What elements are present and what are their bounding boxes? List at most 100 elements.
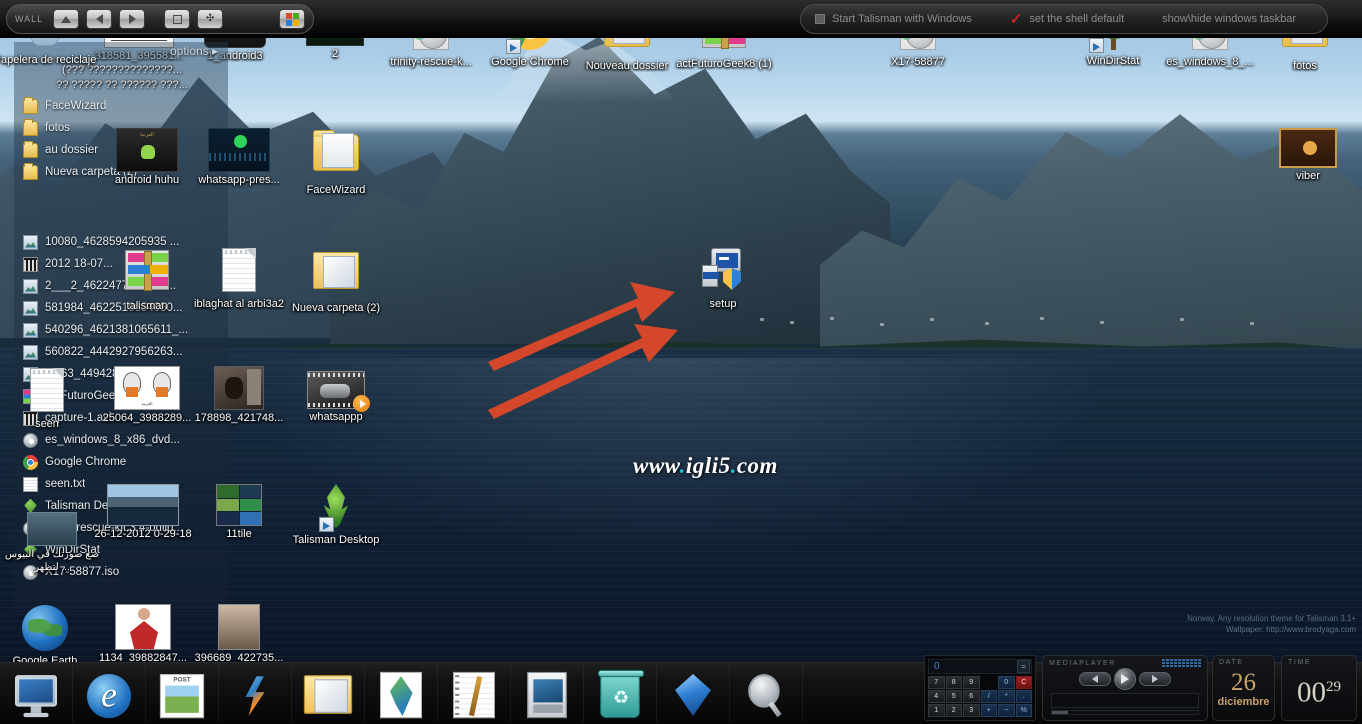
- previous-track-button[interactable]: [1079, 672, 1111, 686]
- dock-recycle-bin[interactable]: ♻: [584, 665, 657, 723]
- desktop-icon-arabic-text[interactable]: ضع صورتك في البيوس لتظهر ...: [0, 504, 112, 574]
- mediaplayer-track-display: [1051, 693, 1199, 708]
- calc-key-1[interactable]: 1: [928, 704, 945, 717]
- video-thumb-icon: [307, 371, 370, 412]
- desktop-icon-setup[interactable]: setup: [668, 246, 778, 311]
- dock-explorer[interactable]: [292, 665, 365, 723]
- desktop-icon-label: 11tile: [226, 528, 252, 540]
- calculator-value: 0: [934, 661, 940, 672]
- options-label[interactable]: options ▸: [170, 44, 218, 58]
- watermark-part3: com: [736, 453, 778, 478]
- dock-media[interactable]: [511, 665, 584, 723]
- desktop-icon-label: Talisman Desktop: [292, 534, 380, 546]
- desktop-icon-google-earth[interactable]: Google Earth: [0, 604, 100, 668]
- play-button[interactable]: [1114, 668, 1136, 690]
- image-icon: [23, 300, 38, 316]
- wallpaper-fit-button[interactable]: [164, 9, 191, 29]
- calc-key-9[interactable]: 9: [963, 676, 980, 689]
- desktop-icon-facewizard[interactable]: FaceWizard: [281, 128, 391, 197]
- diamond-icon: [672, 672, 714, 718]
- checkbox-icon[interactable]: [815, 14, 825, 24]
- whatsapp-thumb-icon: [208, 128, 270, 172]
- desktop-icon-label: 2: [331, 48, 339, 60]
- folder-icon: [312, 130, 360, 182]
- dock-my-computer[interactable]: [0, 665, 73, 723]
- next-icon: [1152, 675, 1158, 683]
- dock-search[interactable]: [730, 665, 803, 723]
- calc-key-divide[interactable]: /: [980, 690, 997, 703]
- desktop-icon-talisman-desktop[interactable]: Talisman Desktop: [281, 484, 391, 547]
- calculator-widget[interactable]: 0 = 7 8 9 0 C 4 5 6 / * . 1 2 3 + − %: [924, 655, 1036, 721]
- calc-key-6[interactable]: 6: [963, 690, 980, 703]
- desktop-icon-label: whatsappp: [309, 411, 363, 423]
- date-widget: DATE 26 diciembre: [1212, 655, 1275, 721]
- desktop-icon-1134[interactable]: 1134_39882847...: [88, 604, 198, 665]
- list-item-label: es_windows_8_x86_dvd...: [45, 434, 180, 446]
- desktop-icon-viber[interactable]: viber: [1253, 128, 1362, 183]
- calc-key-decimal[interactable]: .: [1015, 690, 1032, 703]
- chrome-icon: [23, 454, 38, 470]
- image-icon: [23, 234, 38, 250]
- calc-key-3[interactable]: 3: [963, 704, 980, 717]
- desktop-icon-178898[interactable]: 178898_421748...: [184, 366, 294, 425]
- calc-key-4[interactable]: 4: [928, 690, 945, 703]
- list-item[interactable]: es_windows_8_x86_dvd...: [14, 429, 228, 451]
- desktop-icon-396689[interactable]: 396689_422735...: [184, 604, 294, 665]
- annotation-arrows: [488, 282, 678, 419]
- calc-key-2[interactable]: 2: [945, 704, 962, 717]
- calc-key-8[interactable]: 8: [945, 676, 962, 689]
- dock-internet-explorer[interactable]: [73, 665, 146, 723]
- wallpaper-next-button[interactable]: [119, 9, 146, 29]
- calculator-equals-button[interactable]: =: [1017, 660, 1030, 673]
- next-track-button[interactable]: [1139, 672, 1171, 686]
- wallpaper-center-button[interactable]: ✣: [197, 9, 224, 29]
- calc-key-0[interactable]: 0: [998, 676, 1015, 689]
- mediaplayer-widget[interactable]: MEDIAPLAYER: [1042, 655, 1208, 721]
- calc-key-7[interactable]: 7: [928, 676, 945, 689]
- desktop-icon-label: WinDirStat: [1086, 55, 1140, 67]
- mediaplayer-transport[interactable]: [1043, 668, 1207, 690]
- option-start-with-windows[interactable]: Start Talisman with Windows: [815, 13, 972, 25]
- desktop-icon-label: Google Chrome: [491, 56, 569, 68]
- wallpaper-credit-line1: Norway. Any resolution theme for Talisma…: [1187, 614, 1356, 623]
- desktop-icon-label: seen: [35, 418, 59, 430]
- desktop-icon-label: whatsapp-pres...: [198, 174, 280, 186]
- desktop-icon-iblaghat[interactable]: iblaghat al arbi3a2: [184, 246, 294, 311]
- dock-mail[interactable]: POST: [146, 665, 219, 723]
- calc-key-percent[interactable]: %: [1015, 704, 1032, 717]
- android-toolbar-thumb[interactable]: [242, 9, 272, 29]
- list-item[interactable]: FaceWizard: [14, 95, 228, 117]
- mediaplayer-seekbar[interactable]: [1051, 710, 1199, 715]
- desktop-icon-whatsappp[interactable]: whatsappp: [281, 366, 391, 424]
- dock-feather-app[interactable]: [365, 665, 438, 723]
- calc-key-5[interactable]: 5: [945, 690, 962, 703]
- wallpaper-prev-button[interactable]: [86, 9, 113, 29]
- photo-thumb-icon: [214, 366, 264, 410]
- square-icon: [172, 14, 182, 24]
- wall-label: WALL: [15, 14, 44, 24]
- dock-winamp[interactable]: [219, 665, 292, 723]
- calc-key-multiply[interactable]: *: [998, 690, 1015, 703]
- windows-menu-button[interactable]: [279, 9, 306, 29]
- notepad-icon: [453, 671, 495, 719]
- list-item[interactable]: 560822_4442927956263...: [14, 341, 228, 363]
- calculator-keypad[interactable]: 7 8 9 0 C 4 5 6 / * . 1 2 3 + − %: [925, 676, 1035, 720]
- list-item[interactable]: 540296_4621381065611_...: [14, 319, 228, 341]
- calc-key-plus[interactable]: +: [980, 704, 997, 717]
- watermark-part1: www: [633, 453, 680, 478]
- desktop-icon-whatsapp-pres[interactable]: whatsapp-pres...: [184, 128, 294, 187]
- dock-gem-app[interactable]: [657, 665, 730, 723]
- calc-key-clear[interactable]: C: [1015, 676, 1032, 689]
- option-show-hide-taskbar[interactable]: show\hide windows taskbar: [1162, 13, 1296, 25]
- mediaplayer-header: MEDIAPLAYER: [1043, 656, 1207, 667]
- wallpaper-up-button[interactable]: [53, 9, 80, 29]
- desktop-icon-11tile[interactable]: 11tile: [184, 484, 294, 541]
- calc-key-minus[interactable]: −: [998, 704, 1015, 717]
- equalizer-icon: [1162, 659, 1201, 667]
- list-item[interactable]: Google Chrome: [14, 451, 228, 473]
- option-set-shell-default[interactable]: ✓ set the shell default: [1010, 12, 1124, 27]
- disc-icon: [23, 432, 38, 448]
- desktop-icon-nueva-carpeta-2[interactable]: Nueva carpeta (2): [281, 246, 391, 315]
- dock-notepad[interactable]: [438, 665, 511, 723]
- desktop-icon-seen[interactable]: seen: [0, 366, 102, 431]
